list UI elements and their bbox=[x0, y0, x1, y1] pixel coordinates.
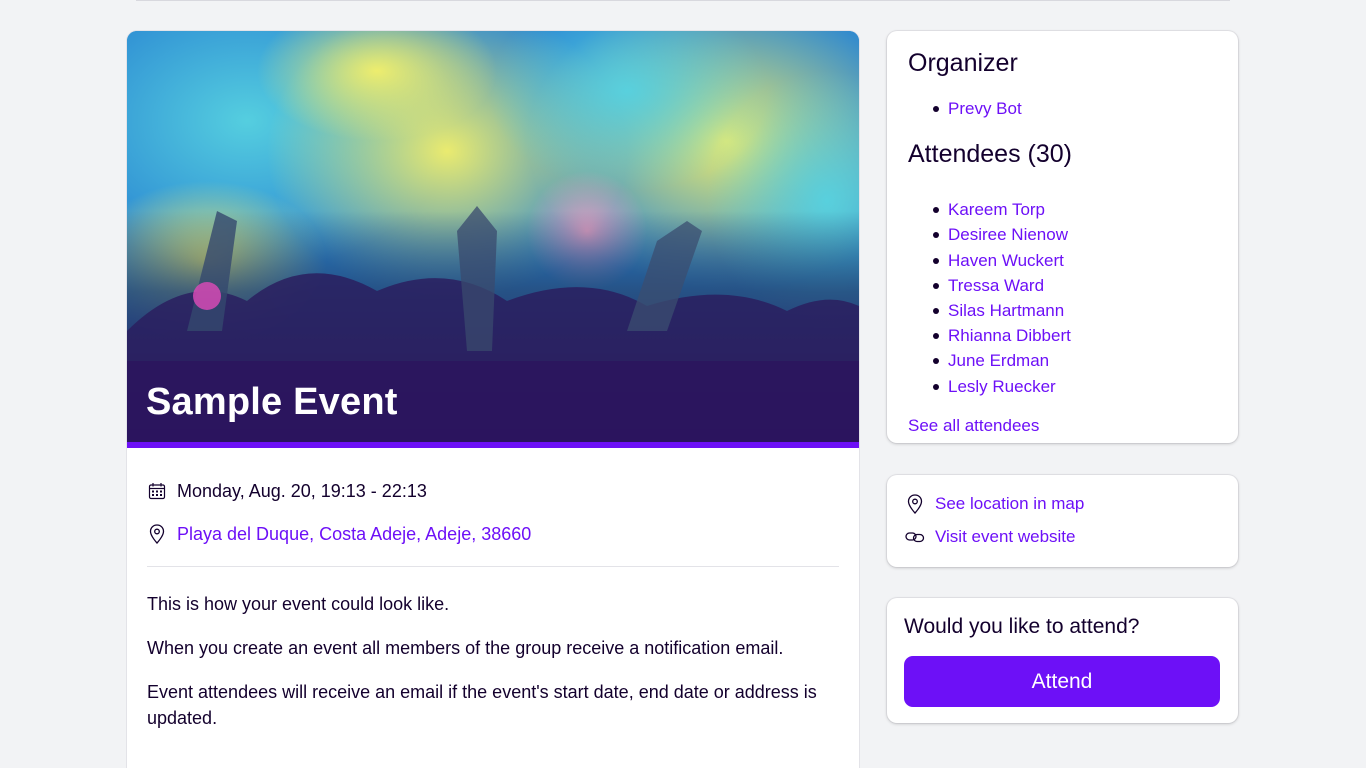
attendee-link[interactable]: Silas Hartmann bbox=[908, 298, 1218, 323]
location-pin-icon bbox=[905, 494, 925, 514]
location-pin-icon bbox=[147, 524, 167, 544]
visit-website-link[interactable]: Visit event website bbox=[905, 525, 1218, 549]
people-card: Organizer Prevy Bot Attendees (30) Karee… bbox=[887, 31, 1238, 443]
event-date-row: Monday, Aug. 20, 19:13 - 22:13 bbox=[147, 480, 839, 502]
event-hero-image: Sample Event bbox=[127, 31, 859, 442]
attendees-heading: Attendees (30) bbox=[908, 140, 1072, 169]
event-card: Sample Event Monday, Aug. 20, 19:13 - 22… bbox=[127, 31, 859, 768]
attendee-link[interactable]: Tressa Ward bbox=[908, 273, 1218, 298]
see-location-link[interactable]: See location in map bbox=[905, 492, 1218, 516]
description-paragraph: When you create an event all members of … bbox=[147, 638, 784, 658]
attendee-link[interactable]: Kareem Torp bbox=[908, 197, 1218, 222]
event-description: This is how your event could look like. … bbox=[127, 567, 859, 731]
attendees-list: Kareem Torp Desiree Nienow Haven Wuckert… bbox=[908, 197, 1218, 399]
see-all-attendees-link[interactable]: See all attendees bbox=[908, 416, 1218, 436]
see-location-label[interactable]: See location in map bbox=[935, 494, 1084, 514]
event-meta: Monday, Aug. 20, 19:13 - 22:13 Playa del… bbox=[127, 448, 859, 545]
attendee-link[interactable]: June Erdman bbox=[908, 348, 1218, 373]
attend-card: Would you like to attend? Attend bbox=[887, 598, 1238, 723]
event-date: Monday, Aug. 20, 19:13 - 22:13 bbox=[177, 480, 427, 501]
event-address-row[interactable]: Playa del Duque, Costa Adeje, Adeje, 386… bbox=[147, 523, 839, 545]
visit-website-label[interactable]: Visit event website bbox=[935, 527, 1075, 547]
link-icon bbox=[905, 527, 925, 547]
description-paragraph: Event attendees will receive an email if… bbox=[147, 682, 817, 728]
links-card: See location in map Visit event website bbox=[887, 475, 1238, 567]
description-paragraph: This is how your event could look like. bbox=[147, 594, 450, 614]
event-title: Sample Event bbox=[146, 381, 398, 423]
attend-question: Would you like to attend? bbox=[904, 615, 1140, 638]
organizer-link[interactable]: Prevy Bot bbox=[908, 96, 1218, 121]
calendar-icon bbox=[147, 481, 167, 501]
attend-button[interactable]: Attend bbox=[904, 656, 1220, 707]
attendee-link[interactable]: Haven Wuckert bbox=[908, 248, 1218, 273]
attendee-link[interactable]: Lesly Ruecker bbox=[908, 374, 1218, 399]
event-address-link[interactable]: Playa del Duque, Costa Adeje, Adeje, 386… bbox=[177, 524, 531, 545]
organizer-list: Prevy Bot bbox=[908, 96, 1218, 121]
top-divider bbox=[136, 0, 1230, 1]
attendee-link[interactable]: Rhianna Dibbert bbox=[908, 323, 1218, 348]
attendee-link[interactable]: Desiree Nienow bbox=[908, 222, 1218, 247]
organizer-heading: Organizer bbox=[908, 49, 1018, 77]
